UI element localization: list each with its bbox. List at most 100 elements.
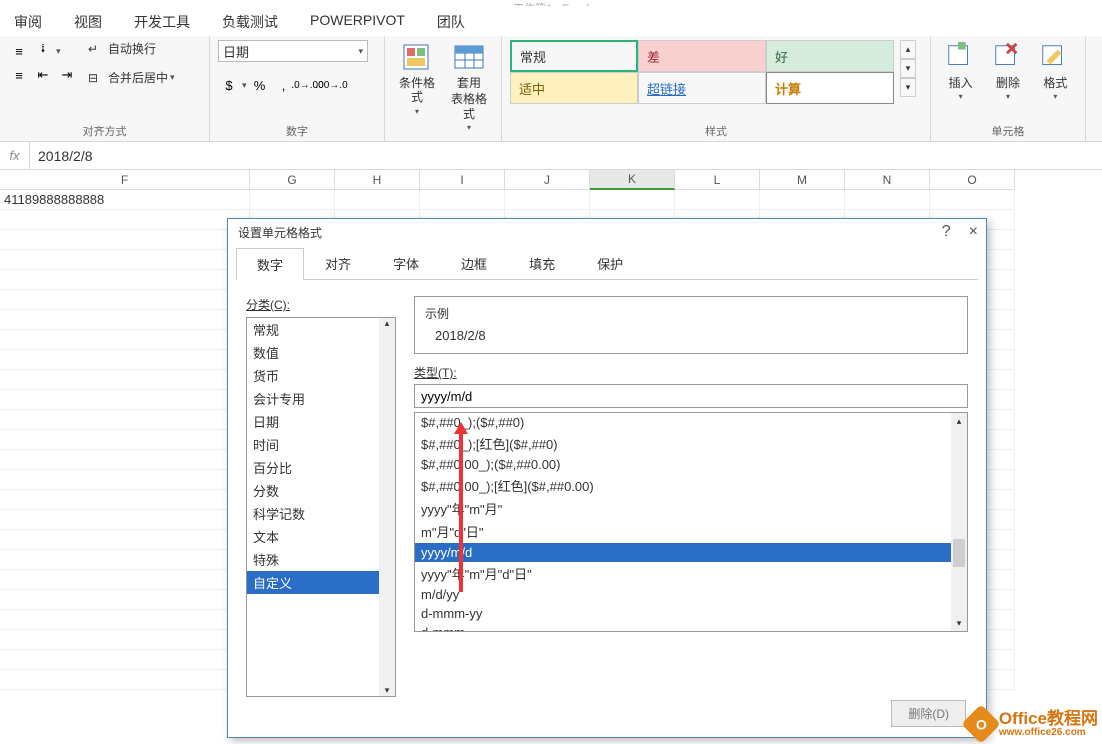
cell[interactable] [0, 550, 250, 570]
fx-icon[interactable]: fx [0, 142, 30, 169]
cell[interactable] [0, 670, 250, 690]
gallery-expand-icon[interactable]: ▾ [900, 78, 916, 97]
scroll-thumb[interactable] [953, 539, 965, 567]
tab-team[interactable]: 团队 [437, 12, 465, 32]
cell[interactable] [250, 190, 335, 210]
help-icon[interactable]: ? [942, 223, 951, 241]
wrap-text-button[interactable]: ↵ 自动换行 [88, 40, 175, 57]
merge-center-button[interactable]: ⊟ 合并后居中 ▾ [88, 69, 175, 86]
cell[interactable] [0, 250, 250, 270]
cat-text[interactable]: 文本 [247, 525, 395, 548]
tab-loadtest[interactable]: 负载测试 [222, 12, 278, 32]
cell-styles-gallery[interactable]: 常规 差 好 适中 超链接 计算 [510, 40, 894, 104]
scroll-track[interactable] [951, 429, 967, 615]
style-bad[interactable]: 差 [638, 40, 766, 72]
col-header-J[interactable]: J [505, 170, 590, 190]
delete-cells-button[interactable]: 删除▾ [986, 40, 1029, 103]
number-format-dropdown[interactable]: 日期 ▾ [218, 40, 368, 62]
orientation-icon[interactable]: ⭭ [32, 40, 54, 62]
scroll-up-icon[interactable]: ▴ [900, 40, 916, 59]
style-gallery-scroll[interactable]: ▴ ▾ ▾ [900, 40, 916, 97]
cell[interactable] [0, 450, 250, 470]
cell[interactable] [845, 190, 930, 210]
list-item[interactable]: $#,##0_);($#,##0) [415, 413, 967, 432]
cell[interactable] [0, 350, 250, 370]
scroll-up-icon[interactable]: ▴ [385, 318, 390, 329]
cell[interactable] [590, 190, 675, 210]
list-item[interactable]: $#,##0.00_);[红色]($#,##0.00) [415, 474, 967, 497]
tab-border[interactable]: 边框 [440, 247, 508, 279]
cell[interactable] [0, 470, 250, 490]
insert-cells-button[interactable]: 插入▾ [939, 40, 982, 103]
tab-dev[interactable]: 开发工具 [134, 12, 190, 32]
list-item[interactable]: m/d/yy [415, 585, 967, 604]
tab-font[interactable]: 字体 [372, 247, 440, 279]
cat-number[interactable]: 数值 [247, 341, 395, 364]
cell[interactable] [675, 190, 760, 210]
category-scrollbar[interactable]: ▴▾ [379, 318, 395, 696]
cell[interactable] [0, 650, 250, 670]
list-item[interactable]: d-mmm [415, 623, 967, 632]
col-header-L[interactable]: L [675, 170, 760, 190]
align-left-icon[interactable]: ≡ [8, 64, 30, 86]
cat-accounting[interactable]: 会计专用 [247, 387, 395, 410]
list-item[interactable]: m"月"d"日" [415, 520, 967, 543]
list-item[interactable]: $#,##0_);[红色]($#,##0) [415, 432, 967, 455]
scroll-down-icon[interactable]: ▾ [900, 59, 916, 78]
scroll-up-icon[interactable]: ▴ [951, 413, 967, 429]
cell[interactable] [0, 230, 250, 250]
close-icon[interactable]: × [969, 223, 978, 241]
cell[interactable] [0, 270, 250, 290]
decrease-decimal-icon[interactable]: .00→.0 [321, 74, 343, 96]
col-header-K[interactable]: K [590, 170, 675, 190]
list-item[interactable]: yyyy"年"m"月"d"日" [415, 562, 967, 585]
cell[interactable] [0, 410, 250, 430]
align-top-icon[interactable]: ≡ [8, 40, 30, 62]
scroll-down-icon[interactable]: ▾ [951, 615, 967, 631]
type-input[interactable] [414, 384, 968, 408]
cell[interactable] [0, 510, 250, 530]
list-item[interactable]: yyyy/m/d [415, 543, 967, 562]
tab-view[interactable]: 视图 [74, 12, 102, 32]
tab-alignment[interactable]: 对齐 [304, 247, 372, 279]
cell[interactable] [0, 290, 250, 310]
cell[interactable] [0, 590, 250, 610]
cell[interactable] [0, 570, 250, 590]
cat-currency[interactable]: 货币 [247, 364, 395, 387]
list-item[interactable]: $#,##0.00_);($#,##0.00) [415, 455, 967, 474]
cat-time[interactable]: 时间 [247, 433, 395, 456]
cat-general[interactable]: 常规 [247, 318, 395, 341]
cat-fraction[interactable]: 分数 [247, 479, 395, 502]
conditional-format-button[interactable]: 条件格式 ▾ [393, 40, 441, 118]
cell-F1[interactable]: 41189888888888 [0, 190, 250, 210]
col-header-O[interactable]: O [930, 170, 1015, 190]
delete-format-button[interactable]: 删除(D) [891, 700, 966, 727]
tab-review[interactable]: 审阅 [14, 12, 42, 32]
currency-icon[interactable]: $ [218, 74, 240, 96]
cell[interactable] [0, 210, 250, 230]
tab-powerpivot[interactable]: POWERPIVOT [310, 12, 405, 32]
cat-custom[interactable]: 自定义 [247, 571, 395, 594]
cell[interactable] [760, 190, 845, 210]
tab-protection[interactable]: 保护 [576, 247, 644, 279]
format-list[interactable]: $#,##0_);($#,##0) $#,##0_);[红色]($#,##0) … [414, 412, 968, 632]
style-good[interactable]: 好 [766, 40, 894, 72]
cell[interactable] [0, 530, 250, 550]
indent-decrease-icon[interactable]: ⇤ [32, 64, 54, 86]
col-header-G[interactable]: G [250, 170, 335, 190]
list-item[interactable]: d-mmm-yy [415, 604, 967, 623]
format-cells-button[interactable]: 格式▾ [1034, 40, 1077, 103]
category-list[interactable]: 常规 数值 货币 会计专用 日期 时间 百分比 分数 科学记数 文本 特殊 自定… [246, 317, 396, 697]
tab-number[interactable]: 数字 [236, 248, 304, 280]
col-header-F[interactable]: F [0, 170, 250, 190]
list-item[interactable]: yyyy"年"m"月" [415, 497, 967, 520]
col-header-N[interactable]: N [845, 170, 930, 190]
col-header-I[interactable]: I [420, 170, 505, 190]
cell[interactable] [0, 370, 250, 390]
style-normal[interactable]: 常规 [510, 40, 638, 72]
col-header-M[interactable]: M [760, 170, 845, 190]
cell[interactable] [930, 190, 1015, 210]
tab-fill[interactable]: 填充 [508, 247, 576, 279]
style-neutral[interactable]: 适中 [510, 72, 638, 104]
scroll-down-icon[interactable]: ▾ [385, 685, 390, 696]
